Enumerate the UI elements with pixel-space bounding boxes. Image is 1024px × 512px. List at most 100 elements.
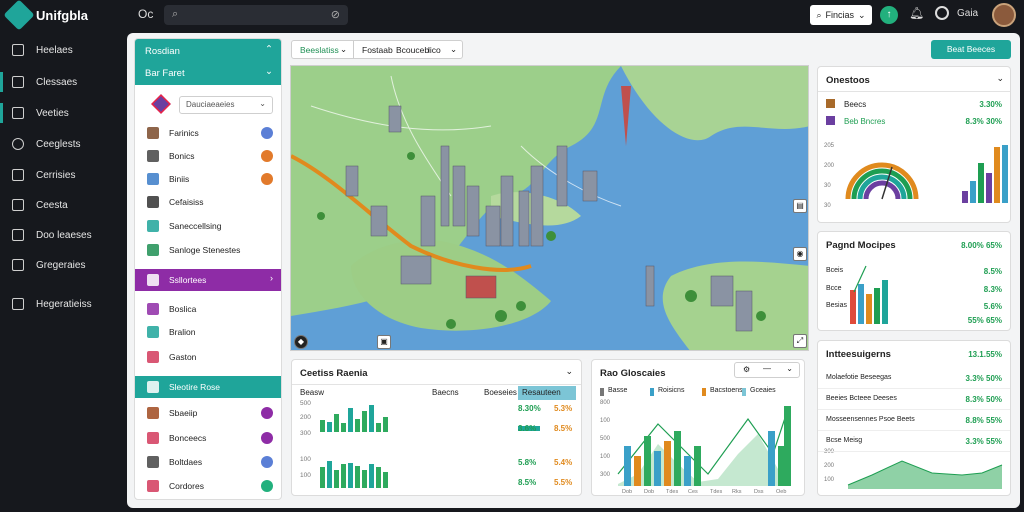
layer-list-item[interactable]: Cordores	[135, 475, 281, 497]
rail-item[interactable]: Hegeratieiss	[12, 294, 92, 314]
layer-list-item[interactable]: Cefaisiss	[135, 191, 281, 213]
layers-icon[interactable]: ▤	[793, 199, 807, 213]
column-header[interactable]: Baecns	[432, 388, 459, 397]
legend-swatch	[600, 388, 604, 396]
metric-value: 5.3%	[554, 404, 573, 413]
metric-value: 5.6%	[983, 302, 1002, 311]
chevron-up-icon[interactable]: ⌃	[265, 44, 273, 55]
layer-label: Ssllortees	[169, 275, 207, 285]
bar	[986, 173, 992, 203]
bar	[369, 405, 374, 432]
layer-icon	[147, 351, 159, 363]
compass-icon[interactable]: ◆	[294, 335, 308, 349]
bar	[383, 417, 388, 432]
layer-list-item[interactable]: Biniis	[135, 168, 281, 190]
avatar[interactable]	[992, 3, 1016, 27]
rail-active-indicator	[0, 103, 3, 123]
notification-bell-icon[interactable]: 🔔︎	[909, 6, 924, 20]
locate-icon[interactable]: ▣	[377, 335, 391, 349]
legend-label: Gceaies	[750, 387, 776, 394]
rail-item[interactable]: Doo leaeses	[12, 225, 92, 245]
bar	[674, 431, 681, 486]
chevron-down-icon[interactable]: ⌄	[996, 73, 1004, 84]
layer-list-item[interactable]: Boslica	[135, 298, 281, 320]
column-header[interactable]: Boeseies	[484, 388, 517, 397]
panel-subtitle[interactable]: Bar Faret	[145, 68, 185, 79]
integrations-panel: Intteesuigerns 13.1.55% 300 200 100 Molaef…	[817, 340, 1011, 496]
divider	[292, 384, 581, 385]
rail-item[interactable]: Heelaes	[12, 40, 73, 60]
layer-select[interactable]: Beeslatiss	[300, 45, 339, 55]
layer-icon	[147, 326, 159, 338]
layer-list-item[interactable]: Ssllortees ›	[135, 269, 281, 291]
y-tick-label: 300	[824, 449, 835, 455]
home-icon	[12, 44, 24, 56]
rail-item[interactable]: Ceesta	[12, 195, 68, 215]
app-root: Unifgbla Oc ⌕ ⊘ ⌕ Fincias ⌄ ↑ 🔔︎ Gaia He…	[0, 0, 1024, 512]
metric-value: 8.8% 55%	[965, 416, 1002, 425]
metric-label: Bceis	[826, 267, 844, 274]
layer-list-item[interactable]: Sbaeiip	[135, 402, 281, 424]
layer-list-item[interactable]: Sleotire Rose	[135, 376, 281, 398]
export-label: Beat Beeces	[946, 44, 996, 54]
camera-icon[interactable]: ◉	[793, 247, 807, 261]
layer-icon	[147, 381, 159, 393]
export-button[interactable]: Beat Beeces	[931, 40, 1011, 59]
rail-item[interactable]: Gregeraies	[12, 255, 85, 275]
topbar-mini-label[interactable]: Oc	[138, 7, 153, 21]
upload-icon[interactable]: ↑	[880, 6, 898, 24]
layer-list-item[interactable]: Bralion	[135, 321, 281, 343]
minus-icon[interactable]: —	[763, 364, 771, 373]
metric-label: Besias	[826, 302, 848, 309]
column-header[interactable]: Beasw	[300, 388, 324, 397]
bar	[768, 431, 775, 486]
chevron-down-icon[interactable]: ⌄	[265, 66, 273, 77]
chevron-down-icon[interactable]: ⌄	[786, 364, 793, 373]
chevron-down-icon[interactable]: ⌄	[450, 44, 457, 55]
toolbar-label[interactable]: lico	[428, 45, 441, 55]
layer-list-item[interactable]: Bonics	[135, 145, 281, 167]
rail-item[interactable]: Ceeglests	[12, 134, 80, 154]
filter-label: Fincias	[825, 10, 854, 20]
global-search-input[interactable]: ⌕ ⊘	[164, 5, 348, 25]
chevron-down-icon[interactable]: ⌄	[565, 366, 573, 377]
map-canvas	[291, 66, 808, 350]
legend-label: Roisicns	[658, 387, 685, 394]
divider	[818, 91, 1010, 92]
toolbar-label[interactable]: Bcouceb	[396, 45, 429, 55]
chevron-right-icon[interactable]: ›	[270, 273, 273, 283]
y-tick-label: 100	[600, 454, 611, 460]
layer-list-item[interactable]: Sanloge Stenestes	[135, 239, 281, 261]
status-dot-icon	[261, 150, 273, 162]
bar	[994, 147, 1000, 203]
filter-button[interactable]: ⌕ Fincias ⌄	[810, 5, 872, 25]
layer-list-item[interactable]: Boltdaes	[135, 451, 281, 473]
layer-label: Boltdaes	[169, 457, 203, 467]
map-view[interactable]: ▤ ◉ ⤢ ◆ ▣	[290, 65, 809, 351]
layer-list-item[interactable]: Bonceecs	[135, 427, 281, 449]
layer-list-item[interactable]: Saneccellsing	[135, 215, 281, 237]
panel-title: Rao Gloscaies	[600, 368, 666, 379]
help-icon[interactable]	[935, 6, 949, 20]
fullscreen-icon[interactable]: ⤢	[793, 334, 807, 348]
metric-label: Beb Bncres	[844, 117, 886, 126]
rail-item[interactable]: Veeties	[12, 103, 69, 123]
bar	[341, 464, 346, 488]
bar	[327, 421, 332, 432]
layer-label: Bonics	[169, 151, 195, 161]
layer-list-item[interactable]: Farinics	[135, 122, 281, 144]
layer-search-input[interactable]: Dauciaeaeies ⌄	[179, 96, 273, 114]
column-header-selected[interactable]: Resauteen	[518, 386, 576, 400]
bar	[362, 411, 367, 432]
settings-icon[interactable]: ⚙	[743, 365, 750, 374]
metric-value: 8.5%	[983, 267, 1002, 276]
legend-swatch	[650, 388, 654, 396]
user-name[interactable]: Gaia	[957, 8, 978, 19]
layer-list-item[interactable]: Gaston	[135, 346, 281, 368]
overview-panel: Onestoos ⌄ Beecs 3.30% Beb Bncres 8.3% 3…	[817, 66, 1011, 223]
rail-item[interactable]: Clessaes	[12, 72, 77, 92]
clear-icon[interactable]: ⊘	[331, 8, 340, 21]
toolbar-label[interactable]: Fostaab	[362, 45, 393, 55]
layer-label: Sleotire Rose	[169, 382, 221, 392]
rail-item[interactable]: Cerrisies	[12, 165, 75, 185]
